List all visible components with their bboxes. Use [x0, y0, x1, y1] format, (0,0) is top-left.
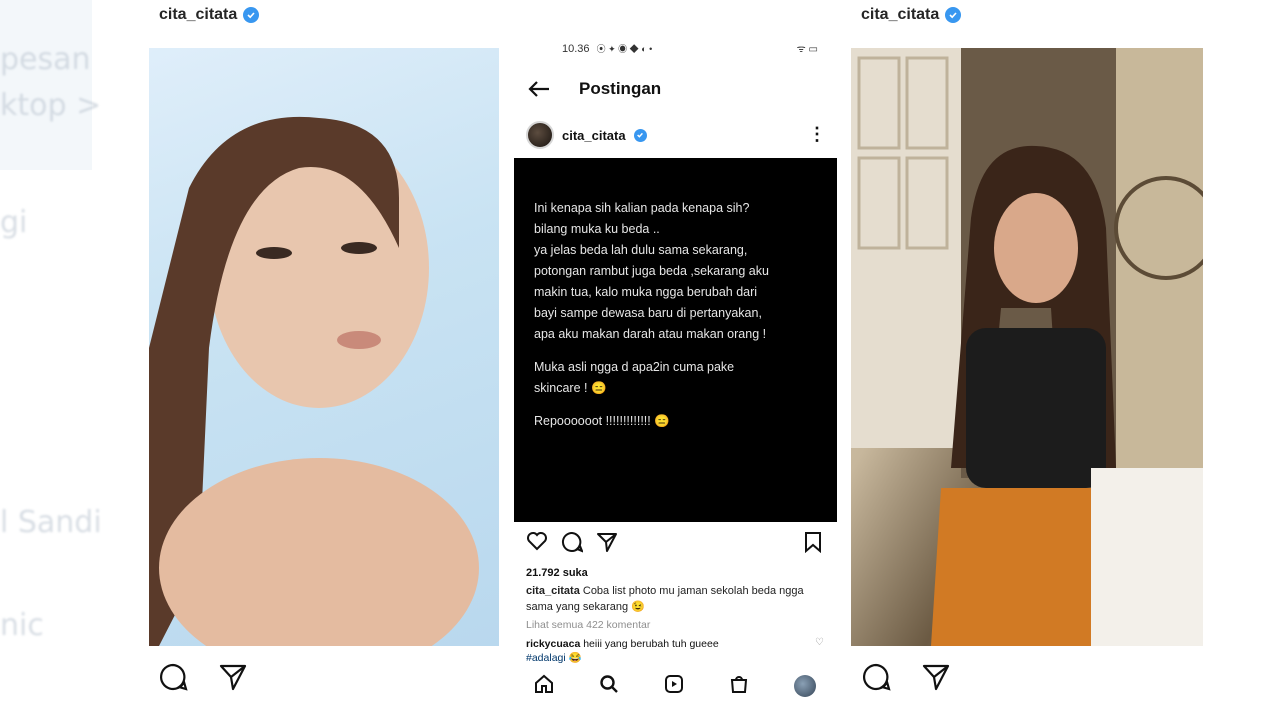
- right-post-username[interactable]: cita_citata: [861, 6, 962, 24]
- share-icon[interactable]: [921, 662, 951, 692]
- home-icon[interactable]: [534, 674, 554, 699]
- comment-username[interactable]: rickycuaca: [526, 638, 580, 650]
- quote-paragraph: Repoooooot !!!!!!!!!!!!! 😑: [534, 414, 670, 428]
- right-post-actions: [861, 662, 951, 692]
- background-text: nic: [0, 608, 44, 643]
- status-bar: 10.36 ⦿ ✦ ◉ ◆ ◐ • ᯤ ▭: [512, 37, 838, 59]
- caption-username[interactable]: cita_citata: [526, 585, 580, 597]
- bottom-nav: [512, 671, 838, 701]
- status-time-group: 10.36 ⦿ ✦ ◉ ◆ ◐ •: [562, 42, 652, 55]
- quote-image[interactable]: Ini kenapa sih kalian pada kenapa sih? b…: [514, 158, 837, 522]
- comment-text: heiii yang berubah tuh gueee: [583, 638, 719, 650]
- username-text[interactable]: cita_citata: [861, 6, 939, 24]
- arrow-left-icon[interactable]: [527, 77, 551, 105]
- post-caption: cita_citata Coba list photo mu jaman sek…: [526, 583, 816, 615]
- reels-icon[interactable]: [664, 674, 684, 699]
- comment-icon[interactable]: [861, 662, 891, 692]
- app-header: Postingan: [512, 73, 838, 105]
- author-username[interactable]: cita_citata: [562, 128, 626, 143]
- search-icon[interactable]: [599, 674, 619, 699]
- more-options-icon[interactable]: ⋮: [808, 124, 826, 145]
- quote-paragraph: Ini kenapa sih kalian pada kenapa sih? b…: [534, 201, 769, 341]
- verified-badge-icon: [243, 7, 260, 23]
- signal-battery-icons: ᯤ ▭: [796, 44, 818, 55]
- heart-icon[interactable]: [526, 531, 548, 557]
- avatar[interactable]: [526, 121, 554, 149]
- post-action-bar: [526, 531, 826, 555]
- comment-hashtag[interactable]: #adalagi 😂: [526, 652, 582, 664]
- background-text: l Sandi: [0, 505, 102, 540]
- username-text[interactable]: cita_citata: [159, 6, 237, 24]
- share-icon[interactable]: [218, 662, 248, 692]
- post-author-row: cita_citata ⋮: [526, 120, 826, 150]
- like-count[interactable]: 21.792 suka: [526, 567, 588, 579]
- notification-icons: ⦿ ✦ ◉ ◆ ◐ •: [596, 43, 653, 54]
- background-text: gi: [0, 205, 28, 240]
- shop-icon[interactable]: [729, 674, 749, 699]
- left-post-actions: [158, 662, 248, 692]
- profile-avatar[interactable]: [793, 675, 816, 697]
- right-post-photo[interactable]: [851, 48, 1203, 646]
- comment-item: rickycuaca heiii yang berubah tuh gueee …: [526, 637, 822, 665]
- page-title: Postingan: [579, 79, 662, 98]
- left-post-photo[interactable]: [149, 48, 499, 646]
- quote-paragraph: Muka asli ngga d apa2in cuma pake skinca…: [534, 360, 735, 395]
- phone-screenshot: 10.36 ⦿ ✦ ◉ ◆ ◐ • ᯤ ▭ Postingan cita_cit…: [512, 37, 838, 711]
- verified-badge-icon: [633, 128, 647, 142]
- bookmark-icon[interactable]: [804, 531, 822, 559]
- background-text: pesan: [0, 42, 91, 77]
- status-time: 10.36: [562, 42, 590, 55]
- share-icon[interactable]: [596, 531, 618, 559]
- comment-like-icon[interactable]: ♡: [815, 637, 824, 648]
- background-text: ktop >: [0, 88, 102, 123]
- left-post-username[interactable]: cita_citata: [159, 6, 260, 24]
- comment-icon[interactable]: [158, 662, 188, 692]
- view-all-comments-link[interactable]: Lihat semua 422 komentar: [526, 619, 650, 631]
- verified-badge-icon: [945, 7, 962, 23]
- comment-icon[interactable]: [561, 531, 584, 559]
- background-panel: [0, 0, 92, 170]
